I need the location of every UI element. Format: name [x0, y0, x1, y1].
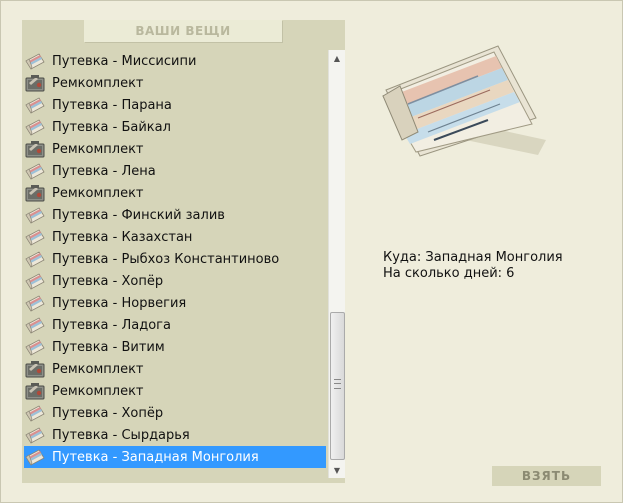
list-item[interactable]: Путевка - Финский залив	[24, 204, 326, 226]
ticket-preview-image	[378, 40, 548, 160]
list-item-label: Ремкомплект	[52, 141, 144, 157]
item-details: Куда: Западная Монголия На сколько дней:…	[383, 250, 563, 282]
ticket-icon	[24, 50, 46, 72]
repair-kit-icon	[24, 182, 46, 204]
ticket-icon	[24, 292, 46, 314]
list-item-label: Путевка - Западная Монголия	[52, 449, 259, 465]
list-item[interactable]: Путевка - Парана	[24, 94, 326, 116]
list-item[interactable]: Путевка - Казахстан	[24, 226, 326, 248]
ticket-icon	[24, 94, 46, 116]
ticket-icon	[24, 160, 46, 182]
list-item[interactable]: Путевка - Ладога	[24, 314, 326, 336]
list-item-label: Путевка - Лена	[52, 163, 156, 179]
list-item[interactable]: Путевка - Рыбхоз Константиново	[24, 248, 326, 270]
ticket-icon	[24, 336, 46, 358]
thumb-grip-icon	[334, 379, 341, 389]
items-list[interactable]: Путевка - Миссисипи Ремкомплект Путевка - …	[22, 50, 328, 483]
items-panel: ВАШИ ВЕЩИ Путевка - Миссисипи Ремкомплект…	[22, 20, 345, 483]
list-item[interactable]: Путевка - Миссисипи	[24, 50, 326, 72]
list-item-label: Путевка - Витим	[52, 339, 165, 355]
ticket-icon	[24, 402, 46, 424]
ticket-icon	[24, 204, 46, 226]
list-item-label: Путевка - Ладога	[52, 317, 171, 333]
list-item-label: Ремкомплект	[52, 361, 144, 377]
list-scrollbar[interactable]: ▲ ▼	[328, 50, 345, 478]
list-item-label: Путевка - Рыбхоз Константиново	[52, 251, 280, 267]
scroll-up-button[interactable]: ▲	[329, 50, 345, 66]
list-item-label: Ремкомплект	[52, 75, 144, 91]
list-item-label: Путевка - Парана	[52, 97, 172, 113]
list-item[interactable]: Ремкомплект	[24, 72, 326, 94]
take-button[interactable]: ВЗЯТЬ	[492, 466, 601, 486]
list-item[interactable]: Путевка - Байкал	[24, 116, 326, 138]
repair-kit-icon	[24, 380, 46, 402]
scroll-down-button[interactable]: ▼	[329, 462, 345, 478]
ticket-icon	[24, 424, 46, 446]
days-text: На сколько дней: 6	[383, 266, 515, 281]
list-item-label: Ремкомплект	[52, 383, 144, 399]
ticket-icon	[24, 314, 46, 336]
list-item[interactable]: Путевка - Хопёр	[24, 402, 326, 424]
list-item[interactable]: Ремкомплект	[24, 182, 326, 204]
ticket-icon	[24, 446, 46, 468]
list-item-label: Путевка - Казахстан	[52, 229, 193, 245]
list-item[interactable]: Путевка - Сырдарья	[24, 424, 326, 446]
ticket-icon	[24, 270, 46, 292]
list-item-label: Путевка - Байкал	[52, 119, 171, 135]
destination-text: Куда: Западная Монголия	[383, 250, 563, 265]
list-item-label: Путевка - Финский залив	[52, 207, 225, 223]
list-item[interactable]: Ремкомплект	[24, 358, 326, 380]
ticket-icon	[24, 116, 46, 138]
list-item[interactable]: Путевка - Лена	[24, 160, 326, 182]
list-item-label: Путевка - Хопёр	[52, 273, 164, 289]
list-item-label: Путевка - Норвегия	[52, 295, 187, 311]
scroll-thumb[interactable]	[330, 312, 345, 460]
list-item[interactable]: Путевка - Западная Монголия	[24, 446, 326, 468]
ticket-icon	[24, 248, 46, 270]
ticket-icon	[24, 226, 46, 248]
list-item[interactable]: Ремкомплект	[24, 138, 326, 160]
list-item-label: Ремкомплект	[52, 185, 144, 201]
list-item[interactable]: Путевка - Норвегия	[24, 292, 326, 314]
list-item-label: Путевка - Хопёр	[52, 405, 164, 421]
list-item[interactable]: Путевка - Витим	[24, 336, 326, 358]
repair-kit-icon	[24, 358, 46, 380]
list-item[interactable]: Путевка - Хопёр	[24, 270, 326, 292]
repair-kit-icon	[24, 72, 46, 94]
list-item-label: Путевка - Сырдарья	[52, 427, 190, 443]
list-item[interactable]: Ремкомплект	[24, 380, 326, 402]
repair-kit-icon	[24, 138, 46, 160]
list-item-label: Путевка - Миссисипи	[52, 53, 197, 69]
panel-title: ВАШИ ВЕЩИ	[84, 20, 282, 42]
